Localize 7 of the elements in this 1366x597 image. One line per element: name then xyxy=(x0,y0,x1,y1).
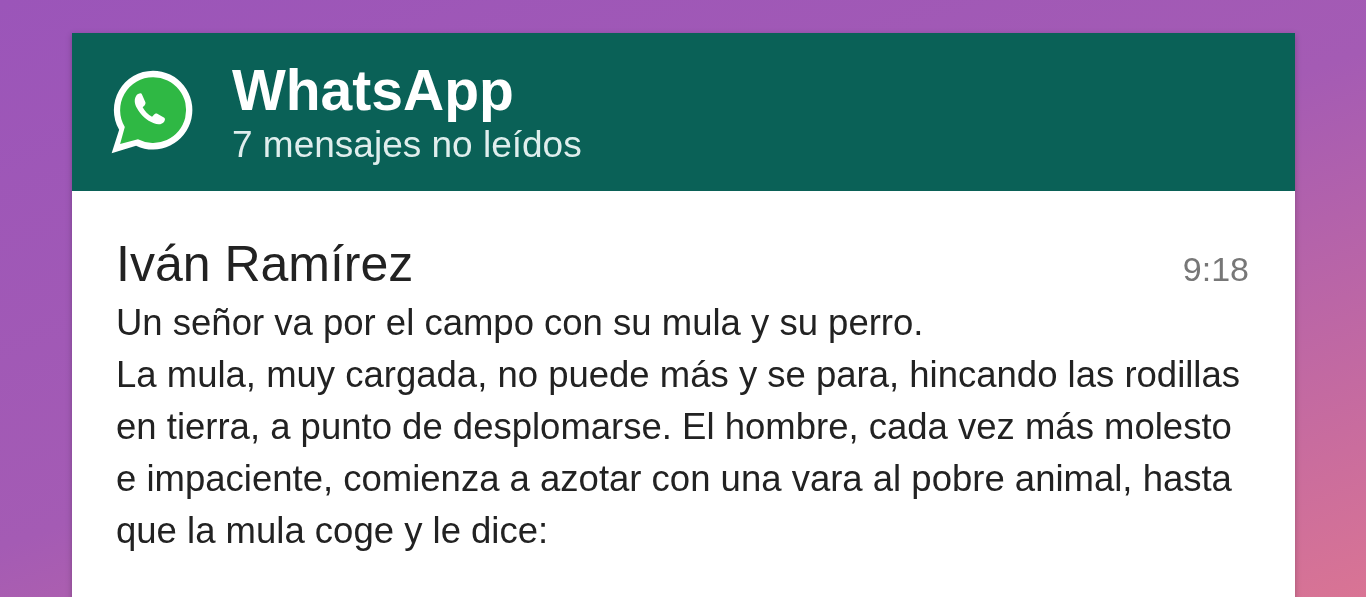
notification-card[interactable] xyxy=(72,33,1295,597)
message-text: La mula, muy cargada, no puede más y se para, hincando las rodillas en tierra, a punto de desplomarse. El hombre, cada vez más molesto e impaciente, comienza a azotar con una vara al pobre animal, hasta que la mula coge y le dice: xyxy=(116,353,1242,553)
app-name: WhatsApp xyxy=(232,57,515,123)
sender-name: Iván Ramírez xyxy=(116,235,414,294)
unread-summary: 7 mensajes no leídos xyxy=(232,123,582,167)
message-time: 9:18 xyxy=(1182,250,1249,289)
message-text: Un señor va por el campo con su mula y su perro. xyxy=(116,301,925,345)
